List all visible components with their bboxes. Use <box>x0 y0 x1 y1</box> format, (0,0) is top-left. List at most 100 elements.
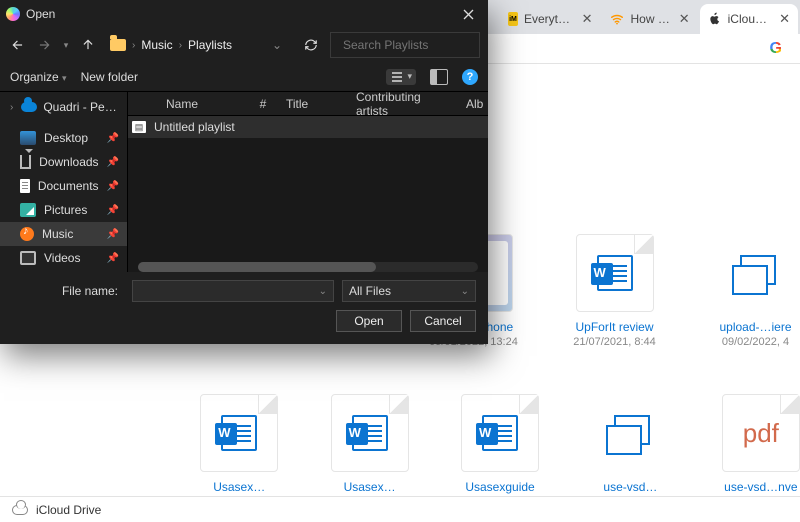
pdf-thumb: pdf <box>722 394 800 472</box>
col-title[interactable]: Title <box>278 97 348 111</box>
file-tile[interactable]: use-vsd…video-1 20/11/2021, 7:47 <box>591 394 669 496</box>
file-tile[interactable]: W UpForIt review 21/07/2021, 8:44 <box>570 234 659 348</box>
sidebar-item-downloads[interactable]: Downloads 📌 <box>0 150 127 174</box>
music-icon <box>20 227 34 241</box>
address-bar[interactable]: › Music › Playlists ⌄ <box>104 32 292 58</box>
sidebar-item-documents[interactable]: Documents 📌 <box>0 174 127 198</box>
col-track[interactable]: # <box>248 97 278 111</box>
tab-label: Everything yo <box>524 12 576 26</box>
forward-button[interactable] <box>34 35 54 55</box>
history-dropdown[interactable]: ▾ <box>60 35 72 55</box>
file-tile[interactable]: W Usasexguide Review 29/06/2021, 10:47 <box>461 394 539 496</box>
google-icon[interactable]: G <box>770 40 782 58</box>
sidebar-item-label: Videos <box>44 251 80 265</box>
sidebar-item-label: Pictures <box>44 203 87 217</box>
folder-icon <box>110 39 126 51</box>
close-icon[interactable]: ✕ <box>582 11 593 27</box>
view-mode-button[interactable]: ▾ <box>386 69 416 85</box>
dialog-toolbar: Organize ▾ New folder ▾ ? <box>0 62 488 92</box>
app-icon <box>6 7 20 21</box>
up-button[interactable] <box>78 35 98 55</box>
tab-howto[interactable]: How to Add ✕ <box>602 4 697 34</box>
pin-icon: 📌 <box>107 205 119 216</box>
sidebar-item-videos[interactable]: Videos 📌 <box>0 246 127 270</box>
sidebar-item-onedrive[interactable]: › Quadri - Persona <box>0 94 127 120</box>
horizontal-scrollbar[interactable] <box>138 262 478 272</box>
status-label: iCloud Drive <box>36 503 101 517</box>
dialog-body: › Quadri - Persona Desktop 📌 Downloads 📌 D… <box>0 92 488 272</box>
pin-icon: 📌 <box>107 181 119 192</box>
search-input[interactable] <box>343 38 498 52</box>
file-tile[interactable]: upload-…iere 09/02/2022, 4 <box>711 234 800 348</box>
list-item[interactable]: ▤ Untitled playlist <box>128 116 488 138</box>
stack-thumb <box>717 234 795 312</box>
filename-input[interactable]: ⌄ <box>132 280 334 302</box>
videos-icon <box>20 251 36 265</box>
file-tile[interactable]: W Usasex…_Review 30/06/2021, 9:12 <box>200 394 278 496</box>
col-album[interactable]: Alb <box>458 97 488 111</box>
search-box[interactable] <box>330 32 480 58</box>
filetype-value: All Files <box>349 284 391 298</box>
sidebar-item-label: Desktop <box>44 131 88 145</box>
organize-menu[interactable]: Organize ▾ <box>10 70 67 84</box>
address-dropdown[interactable]: ⌄ <box>268 38 286 52</box>
file-tile[interactable]: pdf use-vsd…nve 2 20/11/2021, 7: <box>722 394 800 496</box>
chevron-down-icon[interactable]: ⌄ <box>319 286 327 297</box>
pictures-icon <box>20 203 36 217</box>
col-name[interactable]: Name <box>128 97 248 111</box>
stack-thumb <box>591 394 669 472</box>
file-name: use-vsd…nve 2 <box>722 480 800 496</box>
playlist-icon: ▤ <box>128 121 150 133</box>
file-name: UpForIt review <box>575 320 653 334</box>
word-thumb: W <box>461 394 539 472</box>
word-thumb: W <box>576 234 654 312</box>
wifi-icon <box>610 12 624 26</box>
sidebar-item-music[interactable]: Music📌 <box>0 222 127 246</box>
refresh-button[interactable] <box>298 32 324 58</box>
file-rows: ▤ Untitled playlist <box>128 116 488 272</box>
cancel-button[interactable]: Cancel <box>410 310 476 332</box>
word-thumb: W <box>331 394 409 472</box>
tab-everything[interactable]: iM Everything yo ✕ <box>500 4 600 34</box>
sidebar-item-desktop[interactable]: Desktop 📌 <box>0 126 127 150</box>
pin-icon: 📌 <box>107 253 119 264</box>
dialog-titlebar[interactable]: Open <box>0 0 488 28</box>
close-icon[interactable]: ✕ <box>779 11 790 27</box>
file-name: Usasexguide Review <box>461 480 539 496</box>
new-folder-button[interactable]: New folder <box>81 70 138 84</box>
preview-pane-button[interactable] <box>430 69 448 85</box>
chevron-down-icon[interactable]: ⌄ <box>461 286 469 297</box>
column-headers[interactable]: Name # Title Contributing artists Alb <box>128 92 488 116</box>
col-artists[interactable]: Contributing artists <box>348 90 458 118</box>
chevron-right-icon: › <box>130 40 137 51</box>
filetype-select[interactable]: All Files ⌄ <box>342 280 476 302</box>
chevron-right-icon[interactable]: › <box>8 102 15 113</box>
sidebar: › Quadri - Persona Desktop 📌 Downloads 📌 D… <box>0 92 128 272</box>
tab-label: iCloud Drive <box>728 12 773 26</box>
open-button[interactable]: Open <box>336 310 402 332</box>
file-row: W Usasex…_Review 30/06/2021, 9:12 W Usas… <box>0 394 800 496</box>
pin-icon: 📌 <box>107 133 119 144</box>
close-icon[interactable]: ✕ <box>679 11 690 27</box>
status-bar: iCloud Drive <box>0 496 800 522</box>
pin-icon: 📌 <box>107 157 119 168</box>
back-button[interactable] <box>8 35 28 55</box>
downloads-icon <box>20 155 31 169</box>
file-meta: 21/07/2021, 8:44 <box>573 336 656 348</box>
pin-icon: 📌 <box>107 229 119 240</box>
address-seg-music[interactable]: Music <box>141 38 172 52</box>
file-name: use-vsd…video-1 <box>591 480 669 496</box>
cloud-icon <box>12 505 28 515</box>
sidebar-item-label: Downloads <box>39 155 98 169</box>
address-seg-playlists[interactable]: Playlists <box>188 38 232 52</box>
help-button[interactable]: ? <box>462 69 478 85</box>
tab-label: How to Add <box>630 12 672 26</box>
file-name: Untitled playlist <box>150 120 235 134</box>
file-tile[interactable]: W Usasex…eview-1 05/07/2021, 7:47 <box>330 394 408 496</box>
close-icon[interactable] <box>454 3 482 25</box>
tab-icloud[interactable]: iCloud Drive ✕ <box>700 4 798 34</box>
sidebar-item-pictures[interactable]: Pictures 📌 <box>0 198 127 222</box>
file-meta: 09/02/2022, 4 <box>722 336 789 348</box>
sidebar-item-label: Documents <box>38 179 99 193</box>
dialog-footer: File name: ⌄ All Files ⌄ Open Cancel <box>0 272 488 344</box>
